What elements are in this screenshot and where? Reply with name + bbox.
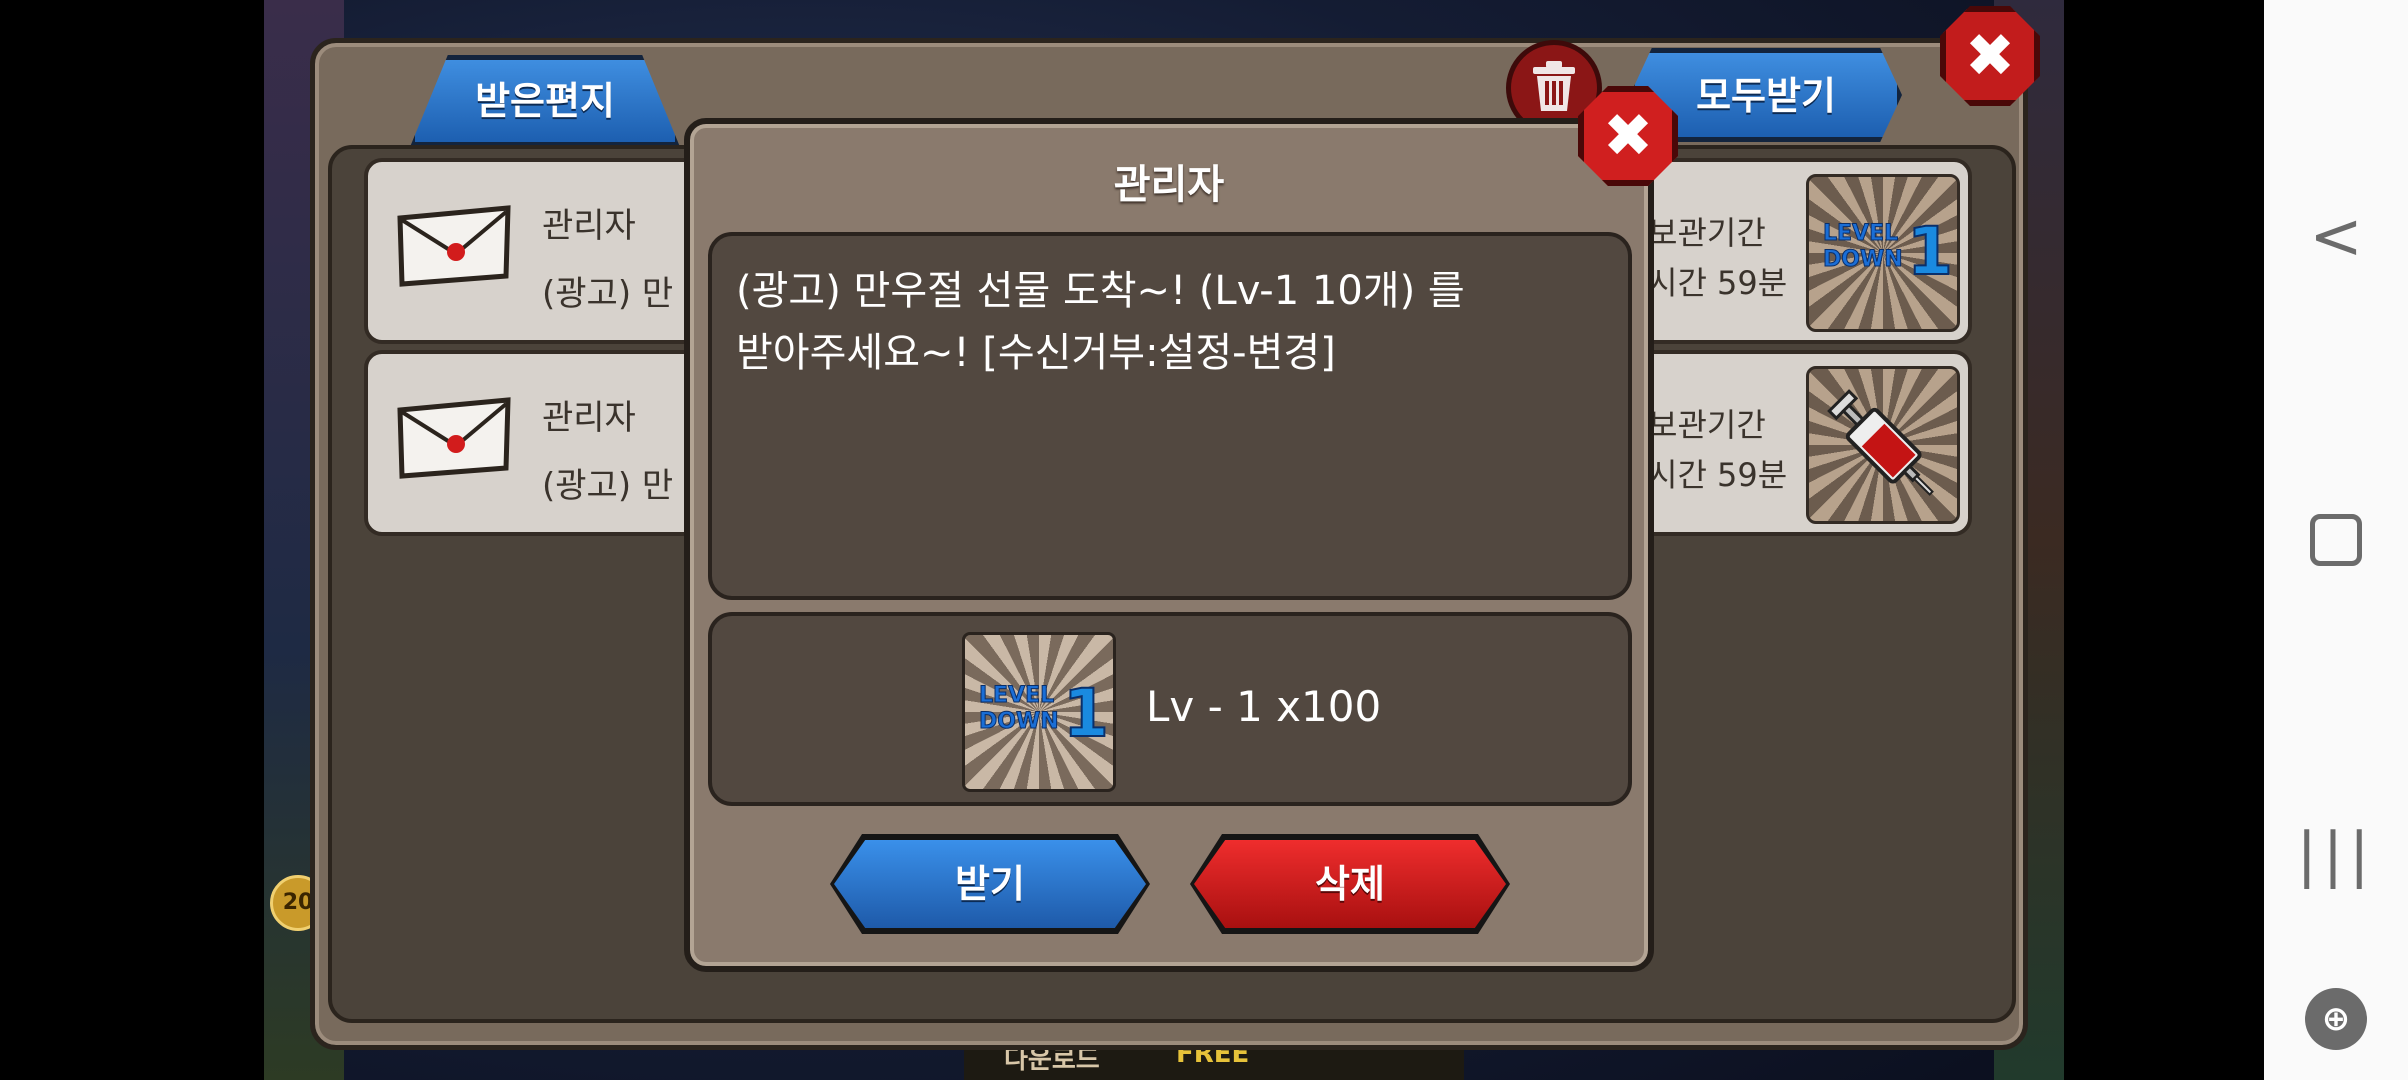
- envelope-icon: [397, 205, 511, 287]
- envelope-icon: [397, 397, 511, 479]
- message-box: (광고) 만우절 선물 도착~! (Lv-1 10개) 를 받아주세요~! [수…: [708, 232, 1632, 600]
- level-down-icon: LEVEL DOWN 1: [1806, 174, 1960, 332]
- level-down-icon: LEVEL DOWN 1: [962, 632, 1116, 792]
- syringe-icon: [1806, 366, 1960, 524]
- android-nav-bar: < ||| ⊕: [2264, 0, 2408, 1080]
- mail-time-left: 시간 59분: [1648, 264, 1788, 302]
- mail-detail-dialog: 관리자 (광고) 만우절 선물 도착~! (Lv-1 10개) 를 받아주세요~…: [684, 118, 1654, 972]
- game-tools-glyph: ⊕: [2321, 999, 2351, 1039]
- reward-box: LEVEL DOWN 1 Lv - 1 x100: [708, 612, 1632, 806]
- badge-level-text: LEVEL: [1822, 221, 1899, 247]
- recents-icon[interactable]: |||: [2264, 820, 2408, 890]
- delete-button[interactable]: 삭제: [1194, 840, 1506, 928]
- badge-down-text: DOWN: [1823, 247, 1904, 273]
- receive-button[interactable]: 받기: [834, 840, 1146, 928]
- mail-sender: 관리자: [542, 206, 636, 246]
- close-icon: ✖: [1602, 101, 1654, 171]
- close-mailbox-button[interactable]: ✖: [1940, 6, 2040, 106]
- badge-level-text: LEVEL: [978, 683, 1055, 709]
- level-down-badge: LEVEL DOWN 1: [978, 674, 1109, 753]
- badge-down-text: DOWN: [979, 709, 1060, 735]
- mail-subject: (광고) 만: [542, 466, 674, 506]
- dialog-title: 관리자: [1113, 162, 1225, 208]
- mail-time-left: 시간 59분: [1648, 456, 1788, 494]
- back-icon[interactable]: <: [2264, 200, 2408, 274]
- mail-keep-period: 보관기간: [1648, 214, 1766, 252]
- game-tools-icon[interactable]: ⊕: [2264, 988, 2408, 1050]
- close-dialog-button[interactable]: ✖: [1578, 86, 1678, 186]
- mail-sender: 관리자: [542, 398, 636, 438]
- tab-received-mail[interactable]: 받은편지: [410, 55, 680, 147]
- message-text: (광고) 만우절 선물 도착~! (Lv-1 10개) 를 받아주세요~! [수…: [736, 268, 1465, 376]
- mail-keep-period: 보관기간: [1648, 406, 1766, 444]
- level-down-badge: LEVEL DOWN 1: [1822, 212, 1953, 291]
- home-icon[interactable]: [2264, 514, 2408, 566]
- reward-text: Lv - 1 x100: [1146, 682, 1382, 731]
- badge-number: 1: [1906, 212, 1954, 291]
- close-icon: ✖: [1964, 21, 2016, 91]
- badge-number: 1: [1062, 674, 1110, 753]
- mail-subject: (광고) 만: [542, 274, 674, 314]
